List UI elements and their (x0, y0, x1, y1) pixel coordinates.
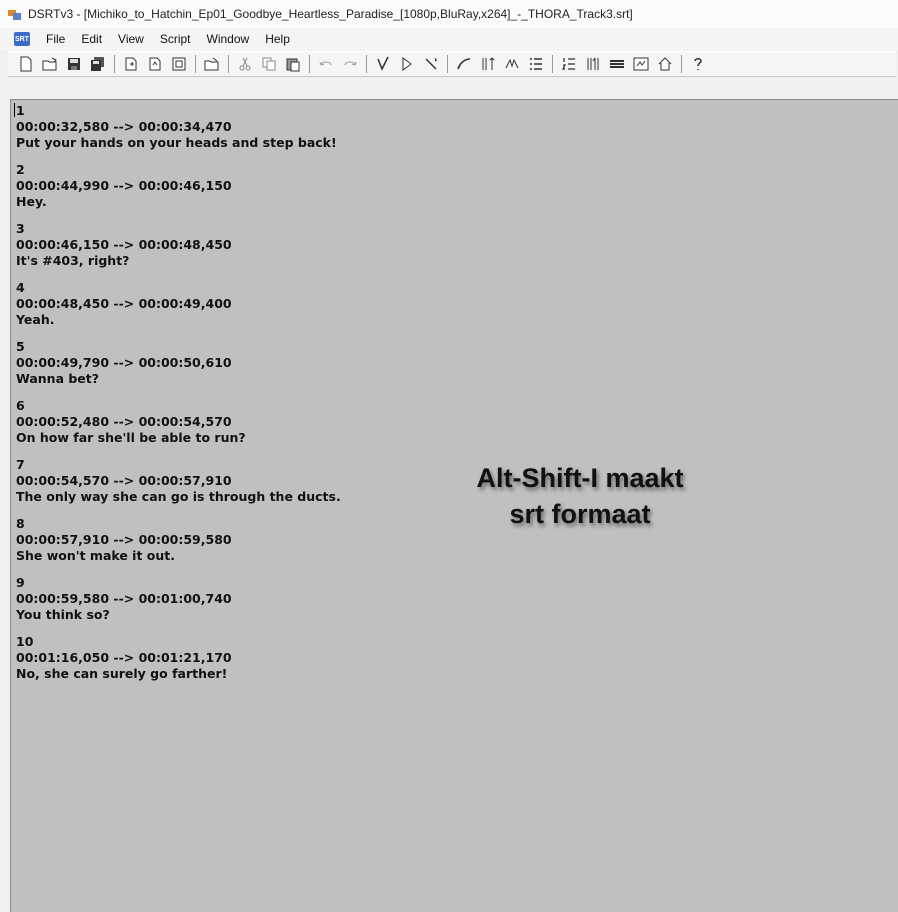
paste-subtitle-icon[interactable] (170, 55, 188, 73)
subtitle-index: 1 (16, 103, 25, 118)
subtitle-time: 00:00:48,450 --> 00:00:49,400 (16, 296, 232, 311)
subtitle-index: 4 (16, 280, 25, 295)
subtitle-time: 00:00:54,570 --> 00:00:57,910 (16, 473, 232, 488)
subtitle-entry[interactable]: 8 00:00:57,910 --> 00:00:59,580 She won'… (16, 516, 341, 564)
import-icon[interactable] (203, 55, 221, 73)
subtitle-text: Hey. (16, 194, 47, 209)
subtitle-time: 00:00:52,480 --> 00:00:54,570 (16, 414, 232, 429)
undo-icon[interactable] (317, 55, 335, 73)
subtitle-time: 00:00:57,910 --> 00:00:59,580 (16, 532, 232, 547)
subtitle-index: 10 (16, 634, 34, 649)
open-file-icon[interactable] (41, 55, 59, 73)
menu-file[interactable]: File (38, 32, 73, 46)
subtitle-entry[interactable]: 2 00:00:44,990 --> 00:00:46,150 Hey. (16, 162, 341, 210)
dsrt-app-icon (8, 8, 22, 20)
split-icon[interactable] (479, 55, 497, 73)
subtitle-time: 00:00:59,580 --> 00:01:00,740 (16, 591, 232, 606)
subtitle-list: 1 00:00:32,580 --> 00:00:34,470 Put your… (16, 103, 341, 693)
subtitle-text: It's #403, right? (16, 253, 130, 268)
annotation-line-1: Alt-Shift-I maakt (476, 463, 684, 493)
toolbar-separator (195, 55, 196, 73)
merge-icon[interactable] (503, 55, 521, 73)
toolbar-separator (309, 55, 310, 73)
subtitle-entry[interactable]: 6 00:00:52,480 --> 00:00:54,570 On how f… (16, 398, 341, 446)
subtitle-time: 00:00:32,580 --> 00:00:34,470 (16, 119, 232, 134)
menu-view[interactable]: View (110, 32, 152, 46)
subtitle-entry[interactable]: 5 00:00:49,790 --> 00:00:50,610 Wanna be… (16, 339, 341, 387)
new-subtitle-icon[interactable] (122, 55, 140, 73)
subtitle-index: 2 (16, 162, 25, 177)
play-icon[interactable] (398, 55, 416, 73)
toolbar-separator (228, 55, 229, 73)
annotation-line-2: srt formaat (509, 499, 651, 529)
title-bar: DSRTv3 - [Michiko_to_Hatchin_Ep01_Goodby… (0, 0, 898, 29)
cut-icon[interactable] (236, 55, 254, 73)
subtitle-text: You think so? (16, 607, 110, 622)
subtitle-text: Yeah. (16, 312, 55, 327)
toolbar-separator (366, 55, 367, 73)
copy-subtitle-icon[interactable] (146, 55, 164, 73)
home-icon[interactable] (656, 55, 674, 73)
subtitle-entry[interactable]: 9 00:00:59,580 --> 00:01:00,740 You thin… (16, 575, 341, 623)
subtitle-index: 3 (16, 221, 25, 236)
subtitle-text: On how far she'll be able to run? (16, 430, 246, 445)
text-caret (14, 103, 15, 117)
subtitle-entry[interactable]: 1 00:00:32,580 --> 00:00:34,470 Put your… (16, 103, 341, 151)
help-icon[interactable] (689, 55, 707, 73)
toolbar (8, 51, 896, 77)
redo-icon[interactable] (341, 55, 359, 73)
paste-icon[interactable] (284, 55, 302, 73)
copy-icon[interactable] (260, 55, 278, 73)
spellcheck-icon[interactable] (374, 55, 392, 73)
toolbar-separator (552, 55, 553, 73)
subtitle-text: The only way she can go is through the d… (16, 489, 341, 504)
bar-icon[interactable] (608, 55, 626, 73)
subtitle-time: 00:00:44,990 --> 00:00:46,150 (16, 178, 232, 193)
subtitle-text: Wanna bet? (16, 371, 100, 386)
menu-edit[interactable]: Edit (73, 32, 110, 46)
document-menu-icon[interactable]: SRT (14, 32, 30, 46)
subtitle-index: 7 (16, 457, 25, 472)
subtitle-index: 5 (16, 339, 25, 354)
subtitle-entry[interactable]: 4 00:00:48,450 --> 00:00:49,400 Yeah. (16, 280, 341, 328)
subtitle-time: 00:00:49,790 --> 00:00:50,610 (16, 355, 232, 370)
subtitle-index: 6 (16, 398, 25, 413)
subtitle-index: 9 (16, 575, 25, 590)
menu-window[interactable]: Window (199, 32, 258, 46)
subtitle-entry[interactable]: 3 00:00:46,150 --> 00:00:48,450 It's #40… (16, 221, 341, 269)
new-file-icon[interactable] (17, 55, 35, 73)
subtitle-time: 00:01:16,050 --> 00:01:21,170 (16, 650, 232, 665)
window-title: DSRTv3 - [Michiko_to_Hatchin_Ep01_Goodby… (28, 7, 633, 21)
menu-help[interactable]: Help (257, 32, 298, 46)
menu-bar: SRT File Edit View Script Window Help (0, 28, 898, 50)
subtitle-text: Put your hands on your heads and step ba… (16, 135, 337, 150)
list-icon[interactable] (527, 55, 545, 73)
save-icon[interactable] (65, 55, 83, 73)
wand-icon[interactable] (422, 55, 440, 73)
numbered-list-icon[interactable] (560, 55, 578, 73)
toolbar-separator (114, 55, 115, 73)
save-all-icon[interactable] (89, 55, 107, 73)
subtitle-entry[interactable]: 10 00:01:16,050 --> 00:01:21,170 No, she… (16, 634, 341, 682)
subtitle-text: No, she can surely go farther! (16, 666, 228, 681)
toolbar-separator (681, 55, 682, 73)
subtitle-entry[interactable]: 7 00:00:54,570 --> 00:00:57,910 The only… (16, 457, 341, 505)
shortcut-annotation: Alt-Shift-I maakt srt formaat (430, 460, 730, 532)
menu-script[interactable]: Script (152, 32, 199, 46)
subtitle-index: 8 (16, 516, 25, 531)
video-icon[interactable] (632, 55, 650, 73)
sort-icon[interactable] (584, 55, 602, 73)
sync-icon[interactable] (455, 55, 473, 73)
toolbar-separator (447, 55, 448, 73)
subtitle-text: She won't make it out. (16, 548, 176, 563)
subtitle-time: 00:00:46,150 --> 00:00:48,450 (16, 237, 232, 252)
